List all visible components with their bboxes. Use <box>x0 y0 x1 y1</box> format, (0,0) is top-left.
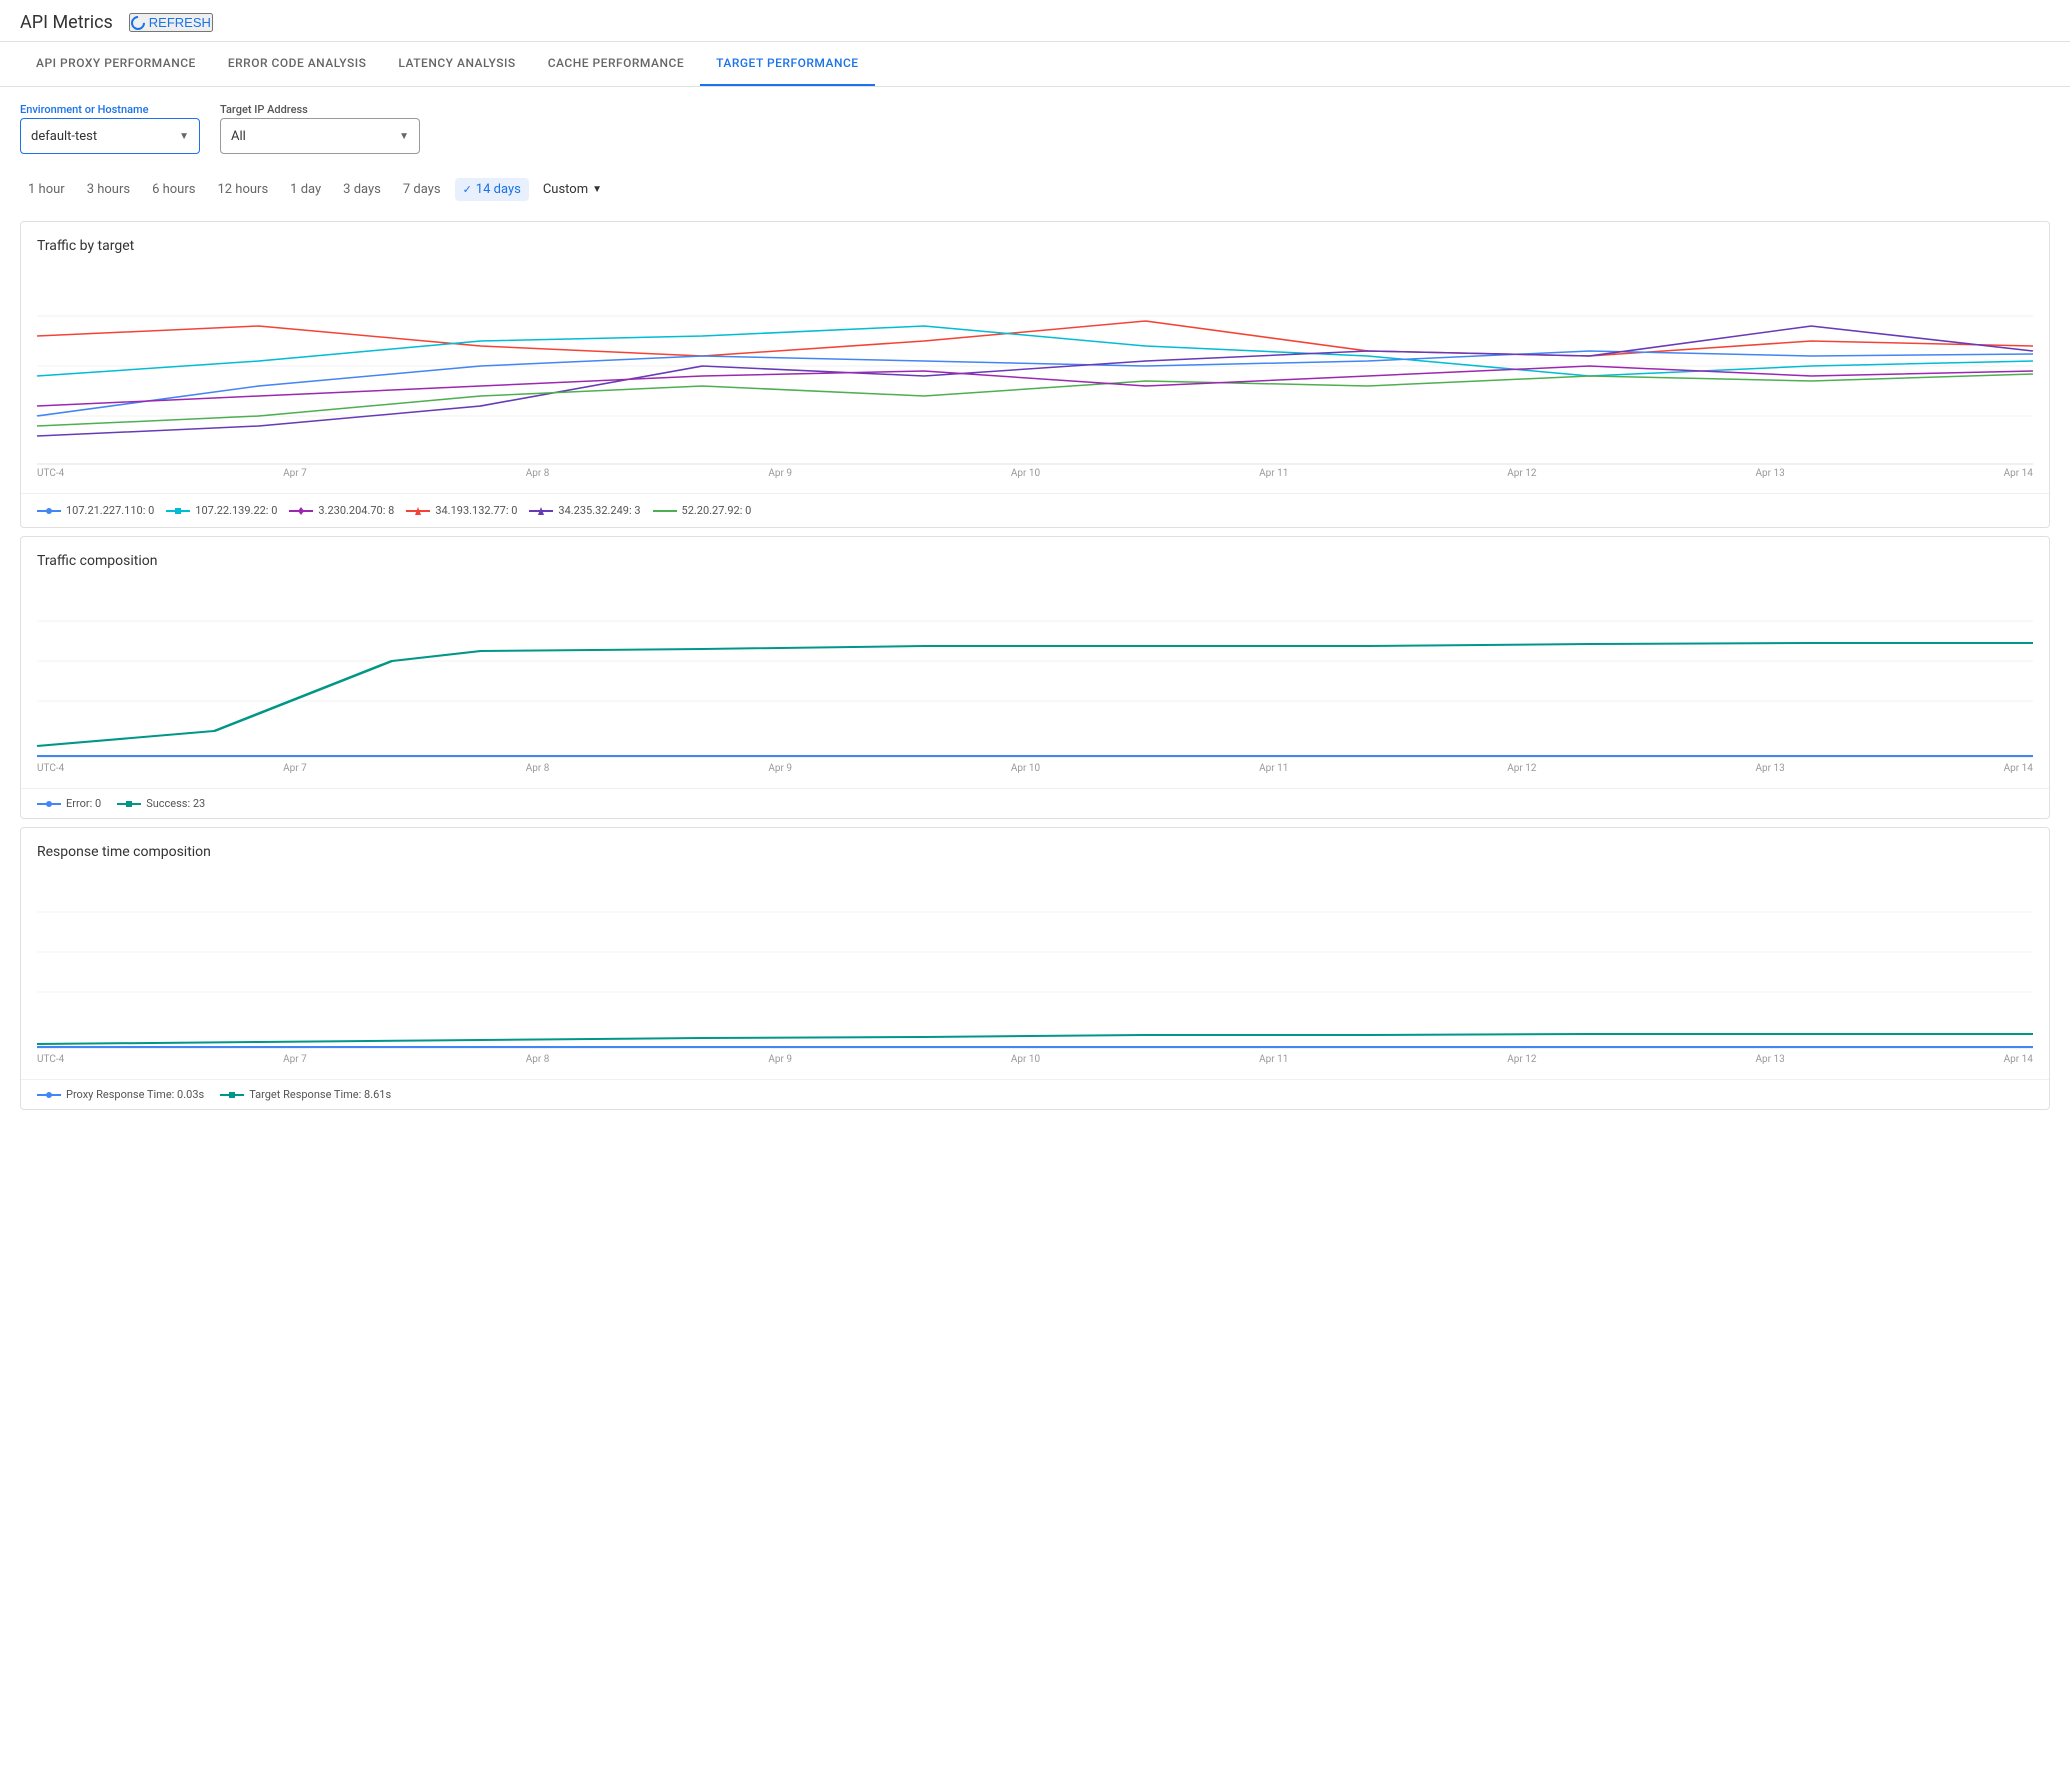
page-header: API Metrics REFRESH <box>0 0 2070 42</box>
refresh-icon <box>128 13 148 33</box>
target-ip-label: Target IP Address <box>220 103 420 116</box>
page-title: API Metrics <box>20 12 113 33</box>
response-time-chart <box>37 872 2033 1052</box>
traffic-composition-chart <box>37 581 2033 761</box>
env-dropdown-arrow: ▼ <box>179 131 189 142</box>
legend-proxy-response: Proxy Response Time: 0.03s <box>37 1088 204 1101</box>
target-ip-arrow: ▼ <box>399 131 409 142</box>
tab-cache[interactable]: CACHE PERFORMANCE <box>532 42 700 86</box>
traffic-x-axis: UTC-4 Apr 7 Apr 8 Apr 9 Apr 10 Apr 11 Ap… <box>21 466 2049 485</box>
legend-107-21: 107.21.227.110: 0 <box>37 504 154 517</box>
env-dropdown-group: Environment or Hostname default-test ▼ <box>20 103 200 154</box>
traffic-legend: 107.21.227.110: 0 107.22.139.22: 0 3.230… <box>21 493 2049 527</box>
time-btn-1d[interactable]: 1 day <box>282 178 329 201</box>
legend-34-235: 34.235.32.249: 3 <box>529 504 640 517</box>
env-label: Environment or Hostname <box>20 103 200 116</box>
response-time-title: Response time composition <box>21 844 2049 872</box>
check-icon: ✓ <box>463 183 472 196</box>
traffic-composition-title: Traffic composition <box>21 553 2049 581</box>
composition-svg <box>37 581 2033 761</box>
legend-error: Error: 0 <box>37 797 101 810</box>
composition-x-axis: UTC-4 Apr 7 Apr 8 Apr 9 Apr 10 Apr 11 Ap… <box>21 761 2049 780</box>
response-svg <box>37 872 2033 1052</box>
target-ip-dropdown[interactable]: All ▼ <box>220 118 420 154</box>
target-ip-dropdown-group: Target IP Address All ▼ <box>220 103 420 154</box>
composition-legend: Error: 0 Success: 23 <box>21 788 2049 818</box>
target-ip-value: All <box>231 129 246 144</box>
tab-target[interactable]: TARGET PERFORMANCE <box>700 42 874 86</box>
time-btn-custom[interactable]: Custom ▼ <box>535 178 610 201</box>
tab-error-code[interactable]: ERROR CODE ANALYSIS <box>212 42 383 86</box>
tab-latency[interactable]: LATENCY ANALYSIS <box>382 42 531 86</box>
legend-107-22: 107.22.139.22: 0 <box>166 504 277 517</box>
traffic-by-target-chart <box>37 266 2033 466</box>
response-x-axis: UTC-4 Apr 7 Apr 8 Apr 9 Apr 10 Apr 11 Ap… <box>21 1052 2049 1071</box>
time-btn-1h[interactable]: 1 hour <box>20 178 73 201</box>
tab-bar: API PROXY PERFORMANCE ERROR CODE ANALYSI… <box>0 42 2070 87</box>
custom-dropdown-arrow: ▼ <box>592 184 602 195</box>
traffic-chart-svg <box>37 266 2033 466</box>
env-value: default-test <box>31 129 97 144</box>
time-btn-3d[interactable]: 3 days <box>335 178 389 201</box>
time-btn-7d[interactable]: 7 days <box>395 178 449 201</box>
legend-34-193: 34.193.132.77: 0 <box>406 504 517 517</box>
filter-controls: Environment or Hostname default-test ▼ T… <box>0 87 2070 170</box>
response-time-section: Response time composition UTC-4 Apr 7 Ap… <box>20 827 2050 1110</box>
time-filter-bar: 1 hour 3 hours 6 hours 12 hours 1 day 3 … <box>0 170 2070 213</box>
time-btn-12h[interactable]: 12 hours <box>209 178 276 201</box>
time-btn-3h[interactable]: 3 hours <box>79 178 138 201</box>
time-btn-6h[interactable]: 6 hours <box>144 178 203 201</box>
tab-api-proxy[interactable]: API PROXY PERFORMANCE <box>20 42 212 86</box>
traffic-by-target-title: Traffic by target <box>21 238 2049 266</box>
refresh-button[interactable]: REFRESH <box>129 13 213 32</box>
legend-success: Success: 23 <box>117 797 205 810</box>
response-legend: Proxy Response Time: 0.03s Target Respon… <box>21 1079 2049 1109</box>
legend-52-20: 52.20.27.92: 0 <box>653 504 752 517</box>
env-dropdown[interactable]: default-test ▼ <box>20 118 200 154</box>
time-btn-14d[interactable]: ✓ 14 days <box>455 178 529 201</box>
legend-target-response: Target Response Time: 8.61s <box>220 1088 391 1101</box>
traffic-by-target-section: Traffic by target UTC-4 Apr 7 Apr 8 Ap <box>20 221 2050 528</box>
traffic-composition-section: Traffic composition UTC-4 Apr 7 Apr 8 Ap… <box>20 536 2050 819</box>
legend-3-230: 3.230.204.70: 8 <box>289 504 394 517</box>
